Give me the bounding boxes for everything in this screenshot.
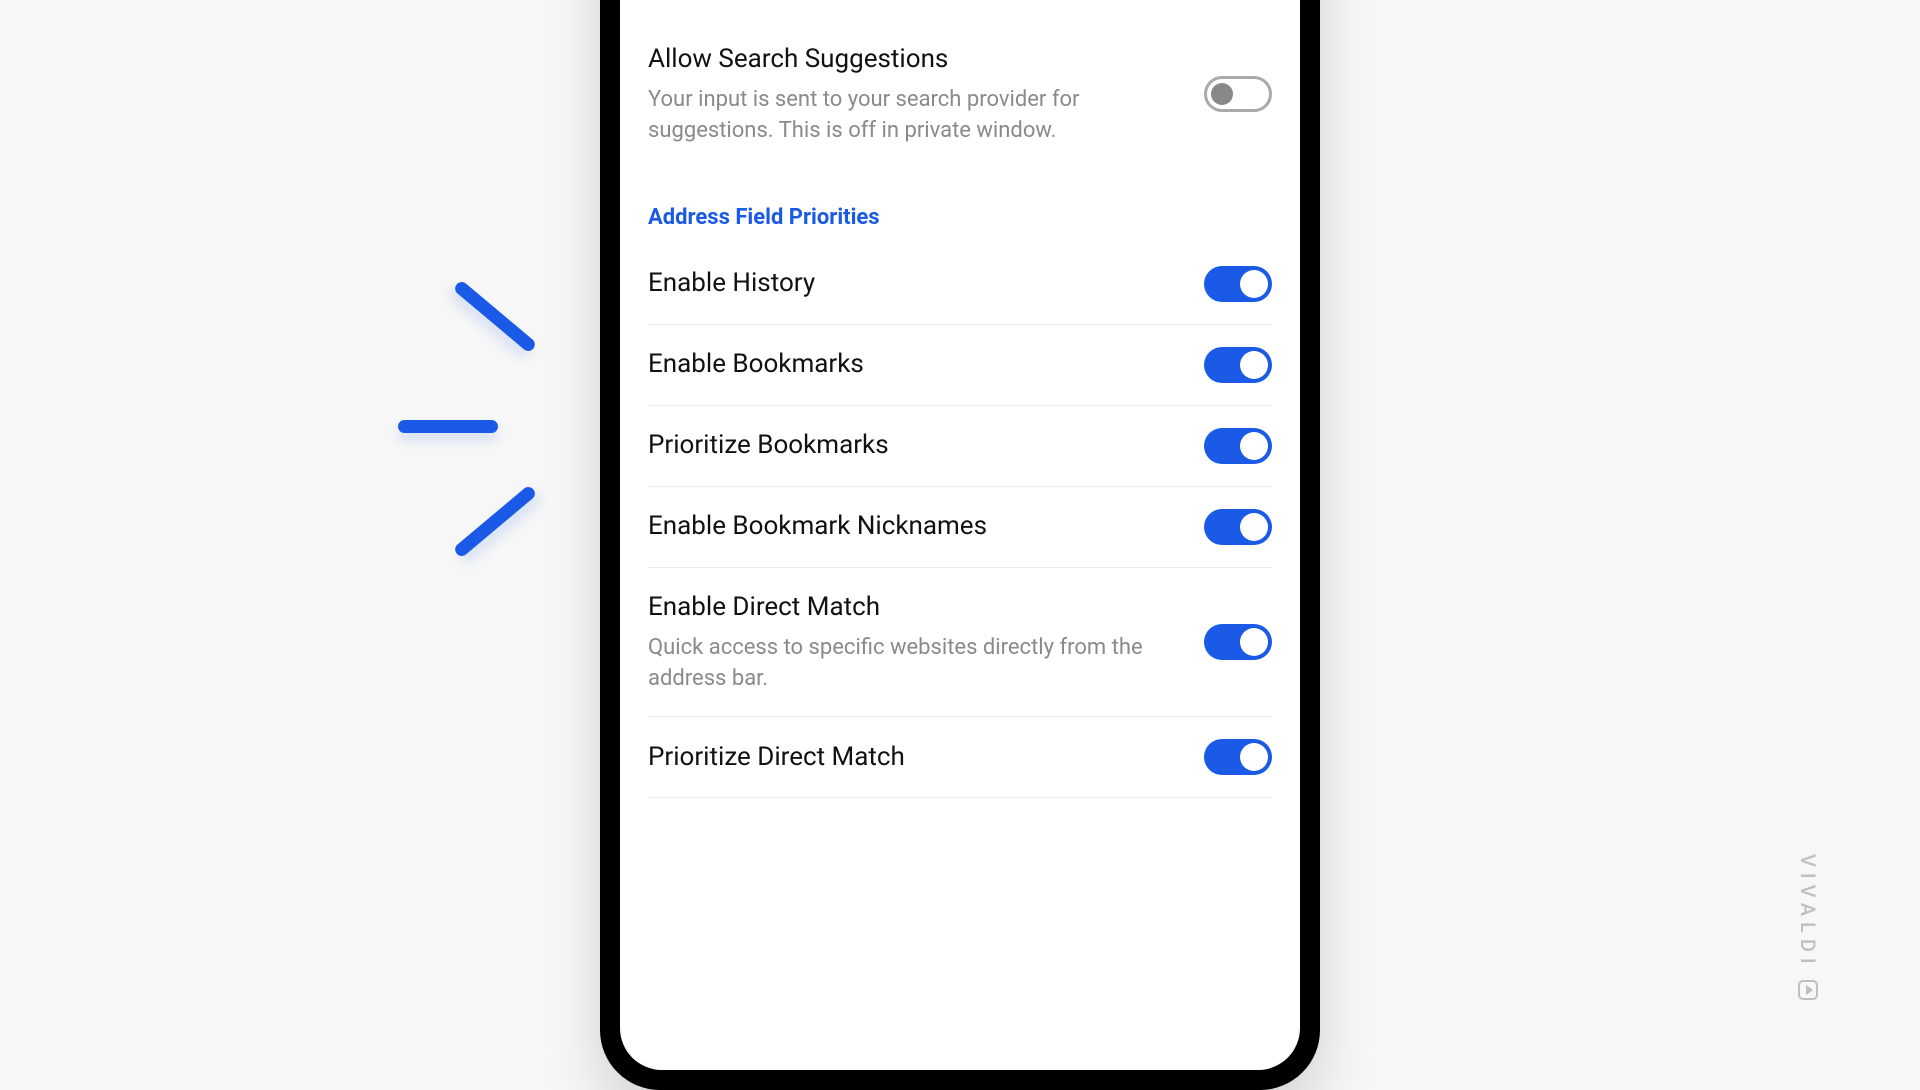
brand-label: VIVALDI — [1796, 854, 1820, 1000]
setting-title: Prioritize Direct Match — [648, 740, 1180, 775]
toggle-knob — [1240, 513, 1268, 541]
toggle-prioritize-bookmarks[interactable] — [1204, 428, 1272, 464]
setting-text: Enable History — [648, 266, 1180, 301]
setting-row-enable-history[interactable]: Enable History — [648, 244, 1272, 325]
decorative-dashes — [390, 280, 590, 580]
toggle-enable-direct-match[interactable] — [1204, 624, 1272, 660]
setting-title: Enable Bookmark Nicknames — [648, 509, 1180, 544]
setting-text: Prioritize Bookmarks — [648, 428, 1180, 463]
toggle-knob — [1240, 743, 1268, 771]
setting-row-prioritize-direct-match[interactable]: Prioritize Direct Match — [648, 717, 1272, 798]
toggle-knob — [1240, 270, 1268, 298]
setting-text: Enable Bookmark Nicknames — [648, 509, 1180, 544]
toggle-knob — [1240, 628, 1268, 656]
play-icon — [1798, 980, 1818, 1000]
phone-frame: Allow Search Suggestions Your input is s… — [600, 0, 1320, 1090]
setting-row-enable-bookmarks[interactable]: Enable Bookmarks — [648, 325, 1272, 406]
setting-title: Enable Direct Match — [648, 590, 1180, 625]
setting-title: Enable Bookmarks — [648, 347, 1180, 382]
setting-row-enable-bookmark-nicknames[interactable]: Enable Bookmark Nicknames — [648, 487, 1272, 568]
toggle-enable-bookmark-nicknames[interactable] — [1204, 509, 1272, 545]
setting-text: Prioritize Direct Match — [648, 740, 1180, 775]
toggle-knob — [1240, 432, 1268, 460]
brand-text: VIVALDI — [1796, 854, 1820, 970]
toggle-enable-history[interactable] — [1204, 266, 1272, 302]
setting-text: Enable Bookmarks — [648, 347, 1180, 382]
setting-title: Allow Search Suggestions — [648, 42, 1180, 77]
setting-title: Enable History — [648, 266, 1180, 301]
setting-text: Enable Direct Match Quick access to spec… — [648, 590, 1180, 695]
setting-text: Allow Search Suggestions Your input is s… — [648, 42, 1180, 147]
settings-screen: Allow Search Suggestions Your input is s… — [620, 20, 1300, 1070]
toggle-enable-bookmarks[interactable] — [1204, 347, 1272, 383]
setting-description: Your input is sent to your search provid… — [648, 85, 1180, 147]
toggle-search-suggestions[interactable] — [1204, 76, 1272, 112]
setting-description: Quick access to specific websites direct… — [648, 633, 1180, 695]
toggle-knob — [1211, 83, 1233, 105]
section-header-address-priorities: Address Field Priorities — [648, 169, 1272, 244]
phone-screen: Allow Search Suggestions Your input is s… — [620, 0, 1300, 1070]
dash-icon — [453, 484, 538, 558]
setting-row-search-suggestions[interactable]: Allow Search Suggestions Your input is s… — [648, 20, 1272, 169]
toggle-knob — [1240, 351, 1268, 379]
dash-icon — [453, 279, 538, 353]
setting-row-prioritize-bookmarks[interactable]: Prioritize Bookmarks — [648, 406, 1272, 487]
dash-icon — [398, 420, 498, 433]
setting-title: Prioritize Bookmarks — [648, 428, 1180, 463]
toggle-prioritize-direct-match[interactable] — [1204, 739, 1272, 775]
setting-row-enable-direct-match[interactable]: Enable Direct Match Quick access to spec… — [648, 568, 1272, 718]
